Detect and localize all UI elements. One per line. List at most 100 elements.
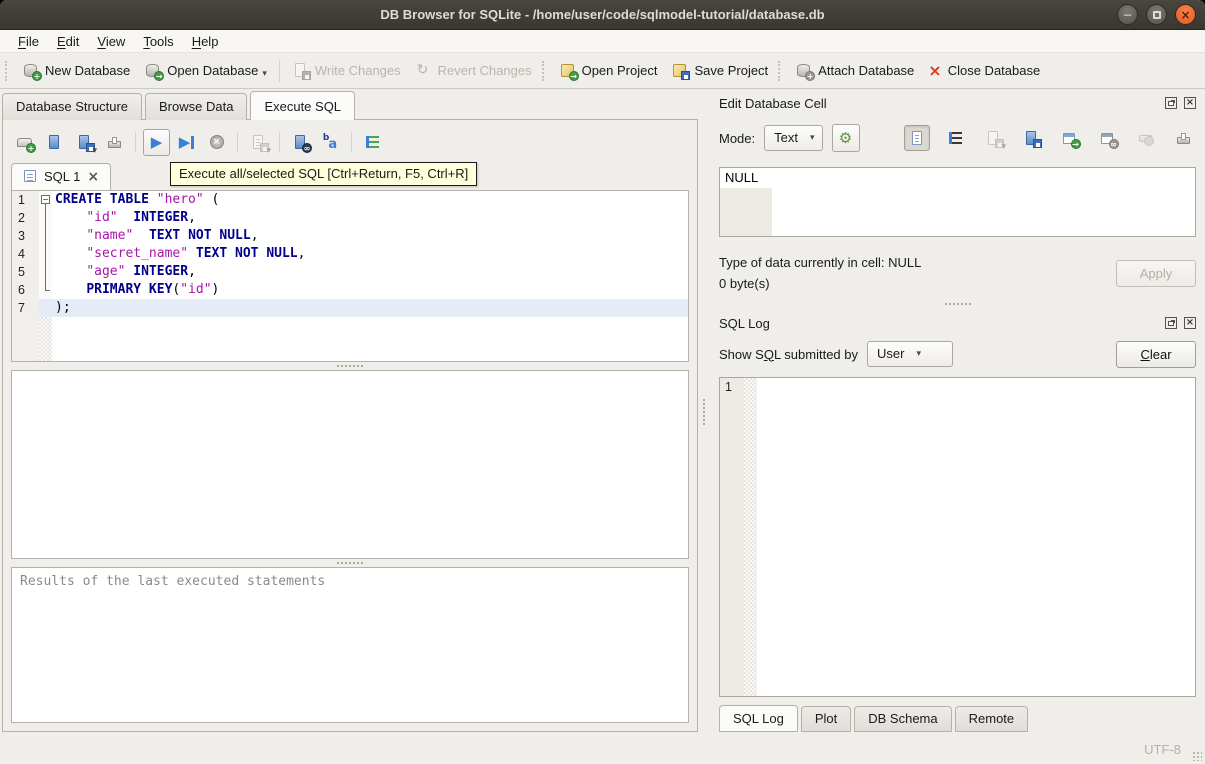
- results-message-area[interactable]: Results of the last executed statements: [11, 567, 689, 723]
- format-sql-button[interactable]: ba: [317, 129, 344, 156]
- edit-cell-close-button[interactable]: ×: [1184, 97, 1196, 109]
- toolbar-grip[interactable]: [5, 60, 10, 81]
- sql-log-view[interactable]: 1: [719, 377, 1196, 697]
- execute-current-line-button[interactable]: ▶: [173, 129, 200, 156]
- minimize-button[interactable]: −: [1117, 4, 1138, 25]
- code-line-3[interactable]: 3 "name" TEXT NOT NULL,: [12, 227, 688, 245]
- word-wrap-button[interactable]: [359, 129, 386, 156]
- set-null-icon: [1138, 134, 1152, 142]
- execute-all-button[interactable]: ▶: [143, 128, 170, 156]
- text-mode-button[interactable]: [904, 125, 930, 151]
- results-message-splitter[interactable]: [11, 559, 689, 567]
- dock-tab-sql-log[interactable]: SQL Log: [719, 705, 798, 732]
- import-data-button[interactable]: ▾: [980, 125, 1006, 152]
- new-database-button[interactable]: + New Database: [15, 58, 137, 83]
- sql-toolbar-separator: [135, 132, 136, 152]
- toolbar-grip[interactable]: [778, 60, 783, 81]
- open-sql-file-button[interactable]: [41, 129, 68, 156]
- main-tabbar: Database Structure Browse Data Execute S…: [0, 89, 700, 120]
- apply-button[interactable]: Apply: [1116, 259, 1196, 287]
- code-line-5[interactable]: 5 "age" INTEGER,: [12, 263, 688, 281]
- close-sql-tab-icon[interactable]: ×: [87, 170, 99, 184]
- save-sql-file-button[interactable]: ▾: [71, 129, 98, 156]
- set-null-button[interactable]: [1132, 125, 1158, 151]
- close-window-button[interactable]: ×: [1175, 4, 1196, 25]
- fold-marker[interactable]: −: [39, 191, 52, 209]
- new-sql-tab-button[interactable]: +: [11, 129, 38, 156]
- text-document-icon: [909, 130, 926, 147]
- sql-toolbar-separator: [279, 132, 280, 152]
- code-line-4[interactable]: 4 "secret_name" TEXT NOT NULL,: [12, 245, 688, 263]
- fold-marker: [39, 245, 52, 263]
- save-results-button[interactable]: ▾: [245, 129, 272, 156]
- sql-log-filter-select[interactable]: User ▾: [867, 341, 953, 367]
- save-project-button[interactable]: Save Project: [664, 58, 775, 83]
- sql-file-tab-label: SQL 1: [44, 169, 81, 184]
- app-window: DB Browser for SQLite - /home/user/code/…: [0, 0, 1205, 764]
- open-project-button[interactable]: → Open Project: [552, 58, 665, 83]
- line-number: 4: [12, 245, 39, 263]
- auto-switch-mode-button[interactable]: ⚙: [831, 124, 860, 152]
- find-button[interactable]: ∞: [287, 129, 314, 156]
- gear-icon: ⚙: [838, 128, 853, 147]
- maximize-button[interactable]: [1146, 4, 1167, 25]
- revert-changes-button[interactable]: ↻ Revert Changes: [408, 58, 539, 83]
- dock-tab-remote[interactable]: Remote: [954, 706, 1029, 732]
- sql-editor[interactable]: 1− CREATE TABLE "hero" (2 "id" INTEGER, 3 …: [11, 190, 689, 362]
- resize-grip[interactable]: [1192, 751, 1202, 761]
- editor-results-splitter[interactable]: [11, 362, 689, 370]
- clear-log-button[interactable]: Clear: [1116, 340, 1196, 368]
- log-gutter: 1: [720, 378, 744, 696]
- dock-splitter[interactable]: [719, 297, 1196, 311]
- word-wrap-icon: [366, 136, 379, 148]
- tooltip: Execute all/selected SQL [Ctrl+Return, F…: [170, 162, 478, 186]
- main-splitter[interactable]: [700, 89, 707, 735]
- cell-info-row: Type of data currently in cell: NULL 0 b…: [719, 249, 1196, 297]
- open-database-dropdown-icon[interactable]: ▾: [262, 70, 267, 79]
- print-sql-button[interactable]: [101, 129, 128, 156]
- sql-file-tab[interactable]: SQL 1 ×: [11, 163, 112, 190]
- sql-log-filter-value: User: [877, 346, 905, 361]
- fold-marker: [39, 281, 52, 299]
- close-database-button[interactable]: × Close Database: [921, 59, 1047, 83]
- mode-select[interactable]: Text ▾: [764, 125, 823, 151]
- edit-cell-dock-title: Edit Database Cell ×: [719, 91, 1196, 115]
- code-line-6[interactable]: 6 PRIMARY KEY("id"): [12, 281, 688, 299]
- menu-help[interactable]: Help: [183, 32, 228, 51]
- chevron-down-icon: ▾: [916, 349, 921, 359]
- open-database-button[interactable]: → Open Database ▾: [137, 58, 274, 83]
- code-line-1[interactable]: 1− CREATE TABLE "hero" (: [12, 191, 688, 209]
- line-number: 2: [12, 209, 39, 227]
- code-text: "name" TEXT NOT NULL,: [86, 228, 259, 243]
- menu-tools[interactable]: Tools: [134, 32, 182, 51]
- dock-tab-db-schema[interactable]: DB Schema: [854, 706, 952, 732]
- statusbar: UTF-8: [0, 735, 1205, 764]
- attach-database-icon: +: [795, 62, 816, 81]
- menu-edit[interactable]: Edit: [48, 32, 88, 51]
- tab-browse-data[interactable]: Browse Data: [145, 93, 248, 120]
- copy-link-button[interactable]: ∞: [1094, 125, 1120, 151]
- menu-file[interactable]: File: [9, 32, 48, 51]
- cell-value-editor[interactable]: NULL: [719, 167, 1196, 237]
- open-external-button[interactable]: →: [1056, 125, 1082, 151]
- attach-database-button[interactable]: + Attach Database: [788, 58, 921, 83]
- tab-execute-sql[interactable]: Execute SQL: [250, 91, 356, 120]
- code-line-2[interactable]: 2 "id" INTEGER,: [12, 209, 688, 227]
- menu-view[interactable]: View: [88, 32, 134, 51]
- word-wrap-cell-button[interactable]: [942, 125, 968, 151]
- write-changes-button[interactable]: Write Changes: [285, 58, 408, 83]
- sql-log-close-button[interactable]: ×: [1184, 317, 1196, 329]
- editor-filler: [12, 317, 688, 361]
- result-table-area[interactable]: [11, 370, 689, 559]
- encoding-indicator[interactable]: UTF-8: [1144, 742, 1181, 757]
- tab-database-structure[interactable]: Database Structure: [2, 93, 143, 120]
- dock-tab-plot[interactable]: Plot: [800, 706, 852, 732]
- print-cell-button[interactable]: [1170, 125, 1196, 151]
- code-text: CREATE TABLE "hero" (: [55, 192, 220, 207]
- sql-log-float-button[interactable]: [1165, 317, 1177, 329]
- stop-execution-button[interactable]: ×: [203, 129, 230, 156]
- export-data-button[interactable]: [1018, 125, 1044, 151]
- edit-cell-float-button[interactable]: [1165, 97, 1177, 109]
- toolbar-grip[interactable]: [541, 60, 547, 81]
- code-line-7[interactable]: 7);: [12, 299, 688, 317]
